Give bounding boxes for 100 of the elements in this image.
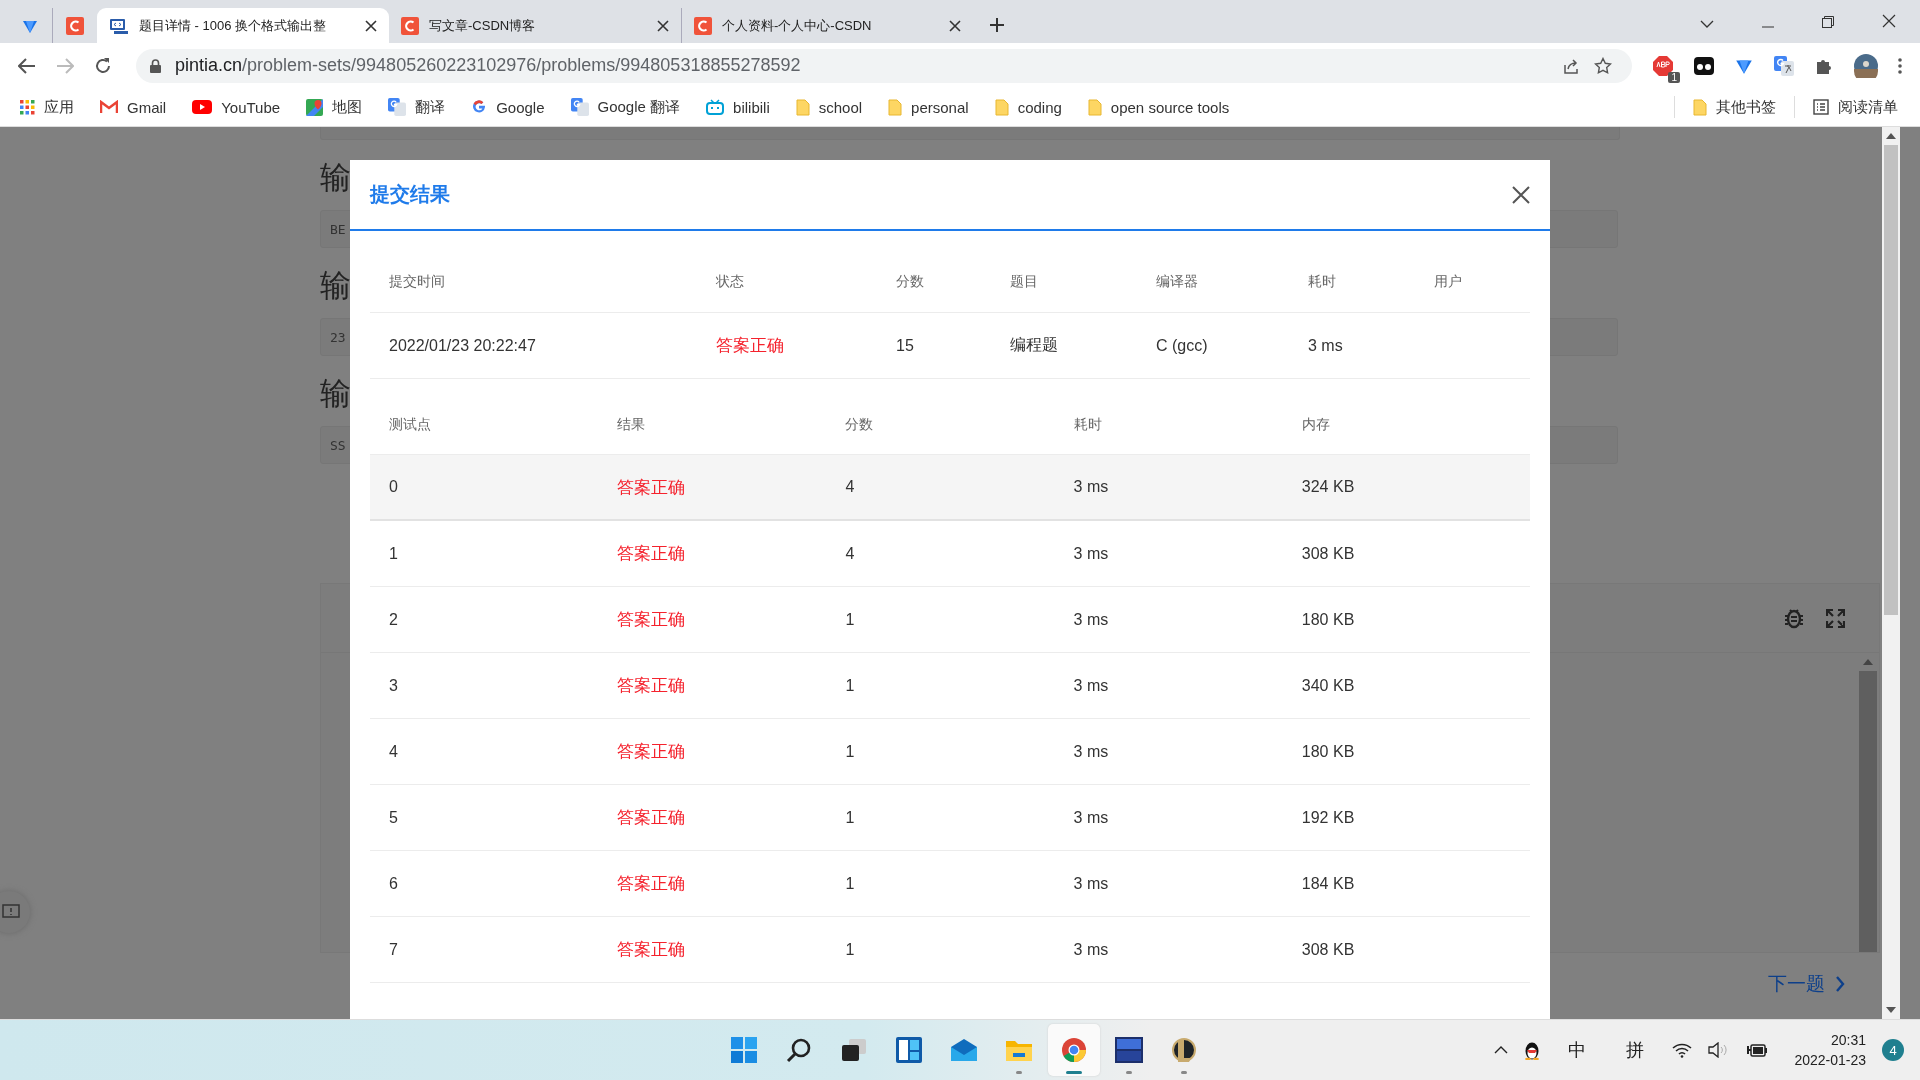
bug-icon[interactable] — [1784, 607, 1804, 629]
table-cell-text: 5 — [389, 808, 399, 827]
browser-tab[interactable]: 写文章-CSDN博客 — [389, 8, 681, 43]
close-icon[interactable] — [365, 19, 377, 32]
chevron-down-icon[interactable] — [1700, 20, 1714, 28]
column-header: 内存 — [1301, 415, 1331, 434]
message-icon — [2, 904, 20, 920]
column-header: 用户 — [1434, 272, 1462, 291]
table-row[interactable]: 2 答案正确 1 3 ms 180 KB — [370, 587, 1530, 653]
table-row[interactable]: 5 答案正确 1 3 ms 192 KB — [370, 785, 1530, 851]
table-cell-text: 324 KB — [1301, 478, 1356, 496]
table-cell-text: 1 — [389, 544, 399, 563]
table-cell-text: 3 ms — [1073, 742, 1110, 761]
column-header: 题目 — [1010, 272, 1039, 291]
table-cell-text: 答案正确 — [617, 741, 687, 763]
table-cell-text: 3 ms — [1073, 874, 1110, 893]
bookmark-label: open source tools — [1110, 98, 1230, 116]
table-cell-text: 2 — [389, 610, 399, 629]
bookmark-item[interactable]: Google 翻译 — [562, 93, 689, 121]
close-icon[interactable] — [949, 19, 961, 32]
plus-icon[interactable] — [989, 17, 1005, 33]
column-header: 状态 — [716, 272, 745, 291]
reload-icon[interactable] — [94, 56, 112, 75]
table-cell-text: 4 — [845, 478, 856, 496]
avatar-icon[interactable] — [1854, 53, 1878, 78]
table-row[interactable]: 4 答案正确 1 3 ms 180 KB — [370, 719, 1530, 785]
bookmark-label: Gmail — [127, 98, 167, 116]
bookmark-item[interactable]: bilibili — [698, 94, 778, 120]
section-heading: 输 — [320, 375, 351, 413]
penguin-icon[interactable] — [1524, 1040, 1541, 1060]
table-cell-text: 340 KB — [1301, 676, 1356, 695]
bookmark-item[interactable]: 其他书签 — [1685, 93, 1784, 121]
table-cell-text: 1 — [845, 808, 856, 827]
feedback-button[interactable] — [0, 891, 30, 933]
battery-icon[interactable] — [1746, 1042, 1769, 1058]
table-row[interactable]: 6 答案正确 1 3 ms 184 KB — [370, 851, 1530, 917]
bookmark-item[interactable]: personal — [880, 94, 977, 120]
table-cell-text: C (gcc) — [1156, 336, 1209, 355]
translate-icon — [388, 98, 407, 116]
bookmark-item[interactable]: Google — [463, 94, 553, 120]
bookmark-item[interactable]: 翻译 — [380, 93, 454, 121]
c-logo-icon — [694, 16, 712, 35]
bookmark-label: Google 翻译 — [597, 97, 681, 117]
scrollbar[interactable] — [1882, 127, 1900, 1019]
table-cell-text: 1 — [845, 940, 856, 959]
table-cell-text: 4 — [389, 742, 399, 761]
code-page-icon — [109, 16, 129, 35]
scroll-up-icon[interactable] — [1886, 133, 1896, 139]
star-icon[interactable] — [1594, 56, 1612, 75]
close-icon[interactable] — [657, 19, 669, 32]
table-row[interactable]: 7 答案正确 1 3 ms 308 KB — [370, 917, 1530, 983]
close-icon[interactable] — [1512, 185, 1530, 204]
translate-icon — [570, 98, 589, 116]
table-cell-text: 180 KB — [1301, 610, 1356, 629]
address-bar[interactable]: pintia.cn/problem-sets/994805260223102976/problems/994805318855278592 — [136, 48, 1632, 83]
table-row[interactable]: 1 答案正确 4 3 ms 308 KB — [370, 521, 1530, 587]
section-heading: 输 — [320, 267, 351, 305]
input-mode-indicator[interactable]: 中 — [1556, 1038, 1599, 1062]
bookmark-item[interactable]: coding — [986, 94, 1070, 120]
browser-tab[interactable]: 题目详情 - 1006 换个格式输出整 — [97, 8, 389, 43]
fullscreen-icon[interactable] — [1826, 608, 1845, 628]
column-header: 分数 — [896, 272, 925, 291]
bookmark-item[interactable]: school — [787, 94, 871, 120]
clock-date[interactable]: 2022-01-23 — [1794, 1050, 1866, 1070]
bookmark-item[interactable]: Gmail — [92, 94, 175, 120]
table-cell-text: 答案正确 — [617, 476, 687, 499]
bookmark-item[interactable]: 应用 — [12, 93, 82, 121]
scrollbar[interactable] — [1859, 659, 1877, 952]
bookmark-item[interactable]: open source tools — [1079, 94, 1238, 120]
wifi-icon[interactable] — [1672, 1042, 1693, 1058]
envelope-icon — [100, 100, 118, 114]
back-icon[interactable] — [18, 57, 36, 74]
stop-sign-icon[interactable] — [1652, 54, 1674, 77]
bookmark-item[interactable]: YouTube — [184, 94, 289, 120]
monitor-icon — [1115, 1037, 1143, 1063]
chevron-up-icon[interactable] — [1494, 1046, 1509, 1054]
column-header: 耗时 — [1308, 272, 1337, 291]
reading-list-button[interactable]: 阅读清单 — [1805, 93, 1906, 121]
clock-time[interactable]: 20:31 — [1830, 1030, 1866, 1050]
bookmark-label: school — [818, 98, 863, 116]
table-row[interactable]: 0 答案正确 4 3 ms 324 KB — [370, 455, 1530, 521]
ime-indicator[interactable]: 拼 — [1614, 1038, 1657, 1062]
translate-icon[interactable] — [1774, 55, 1794, 76]
table-cell-text: 3 ms — [1073, 610, 1110, 629]
share-icon[interactable] — [1562, 56, 1580, 75]
table-row[interactable]: 3 答案正确 1 3 ms 340 KB — [370, 653, 1530, 719]
eyes-icon[interactable] — [1694, 55, 1714, 76]
bookmark-item[interactable]: 地图 — [298, 93, 371, 121]
scroll-down-icon[interactable] — [1886, 1007, 1896, 1013]
folder-icon — [1005, 1038, 1033, 1062]
close-icon[interactable] — [1882, 14, 1896, 28]
notification-badge[interactable]: 4 — [1882, 1039, 1904, 1061]
column-header: 耗时 — [1073, 415, 1103, 434]
tv-icon — [706, 99, 725, 115]
restore-icon[interactable] — [1822, 16, 1834, 28]
folder-icon — [888, 98, 903, 116]
table-cell-text: 308 KB — [1301, 544, 1356, 563]
menu-icon[interactable] — [1898, 57, 1902, 74]
chrome-logo-icon — [1061, 1037, 1087, 1063]
section-heading: 输 — [320, 159, 351, 197]
